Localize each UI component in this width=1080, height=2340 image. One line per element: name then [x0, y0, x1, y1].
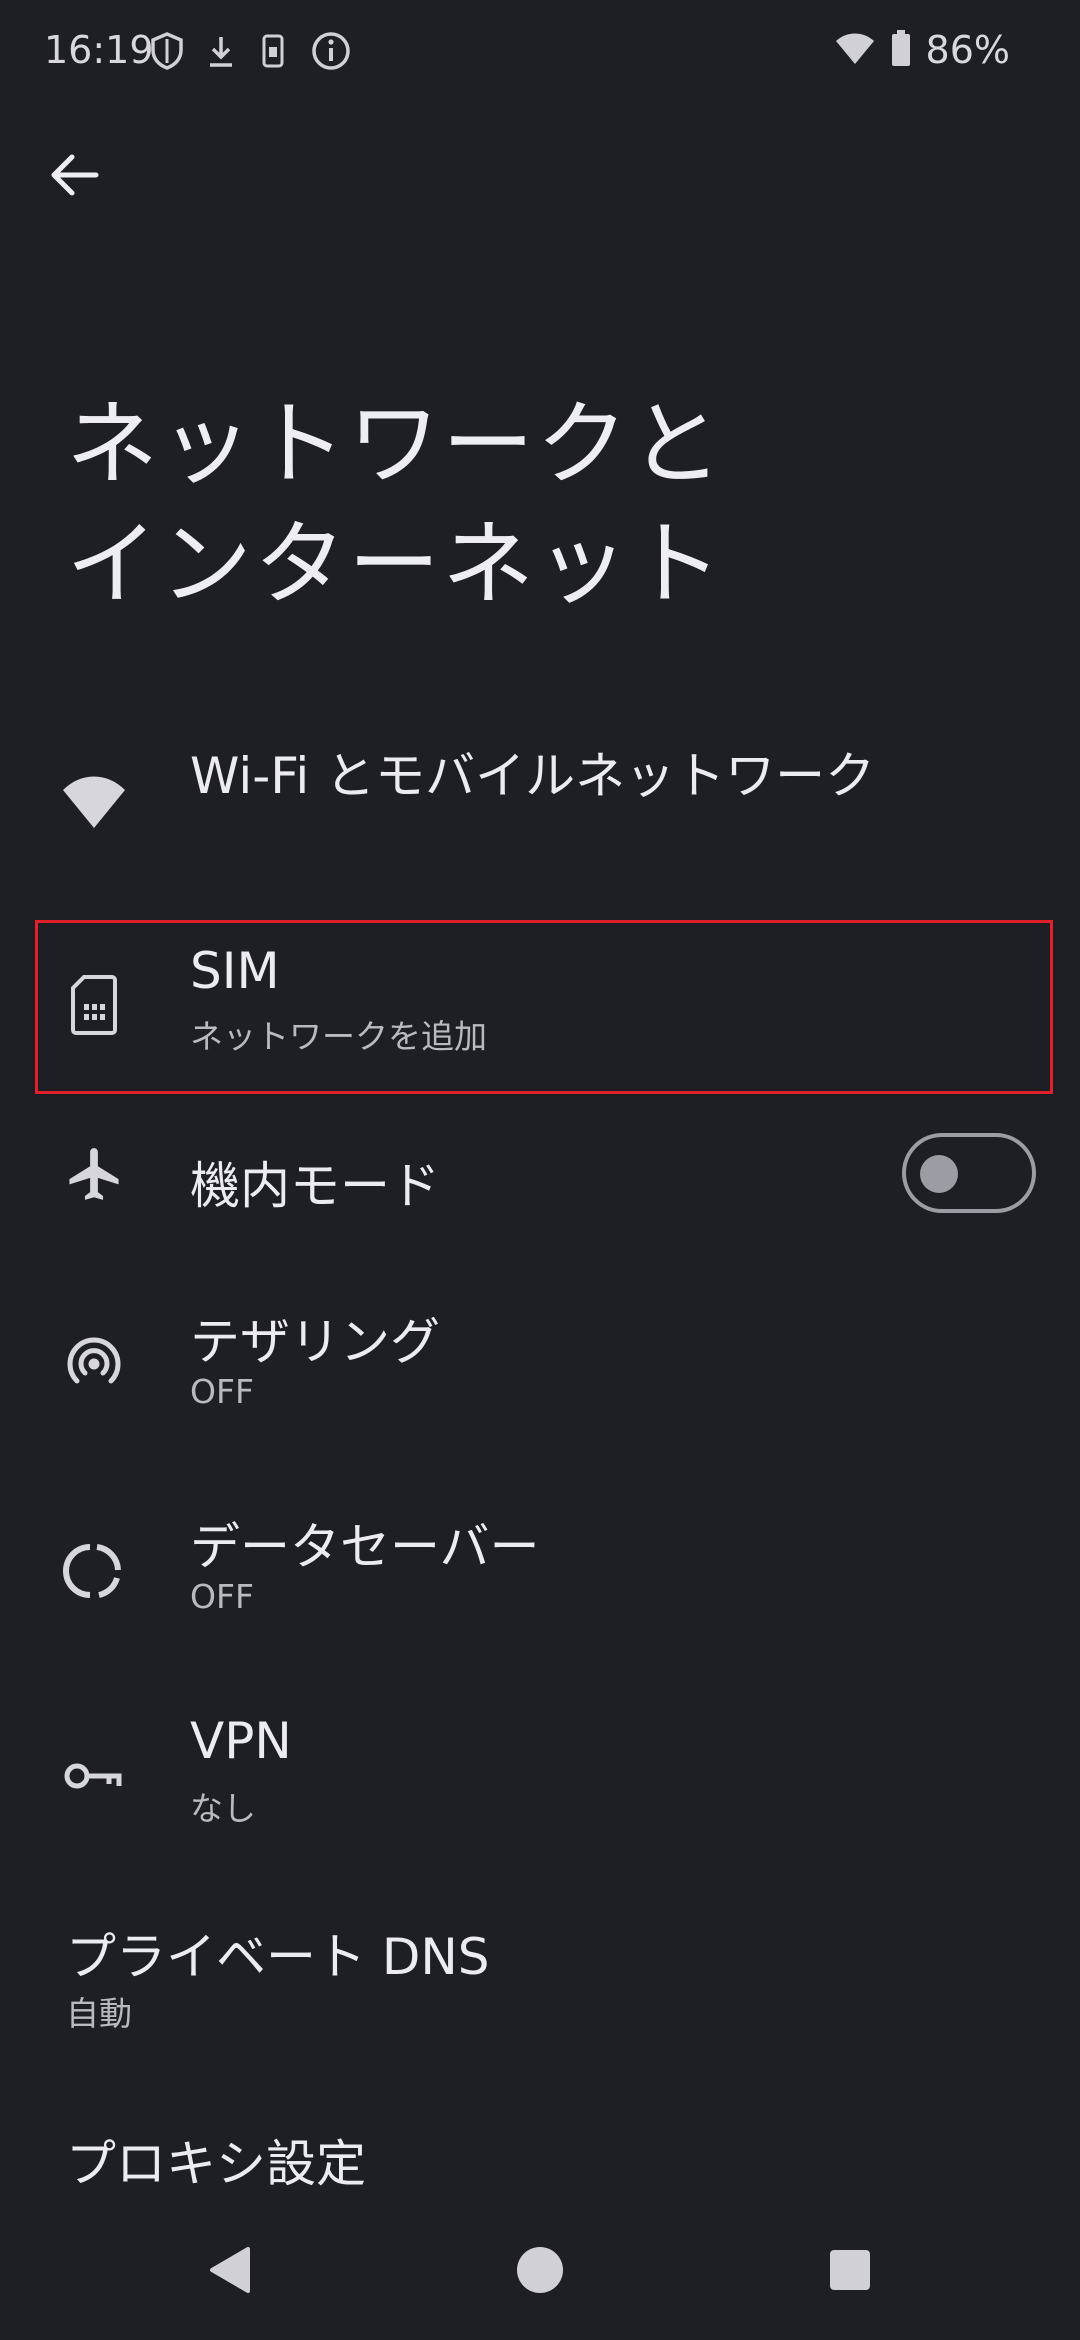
arrow-back-icon [51, 154, 99, 196]
data-saver-title: データセーバー [190, 1518, 540, 1576]
vpn-title: VPN [190, 1712, 292, 1770]
status-time: 16:19 [44, 28, 154, 72]
wifi-mobile-network-item[interactable]: Wi-Fi とモバイルネットワーク [0, 710, 1080, 880]
tethering-item[interactable]: テザリング OFF [0, 1280, 1080, 1450]
page-title-line-2: インターネット [66, 511, 725, 618]
vpn-subtitle: なし [190, 1789, 256, 1828]
data-saver-icon [58, 1535, 130, 1607]
circle-home-icon [517, 2247, 563, 2293]
square-recents-icon [830, 2250, 870, 2290]
page-title: ネットワークと インターネット [66, 385, 724, 625]
airplane-mode-toggle[interactable] [902, 1133, 1036, 1213]
sim-notification-icon [258, 31, 288, 75]
private-dns-item[interactable]: プライベート DNS 自動 [0, 1895, 1080, 2065]
tethering-title: テザリング [190, 1313, 440, 1371]
back-button[interactable] [40, 140, 110, 210]
sim-subtitle: ネットワークを追加 [190, 1017, 487, 1056]
proxy-settings-title: プロキシ設定 [66, 2135, 366, 2193]
shield-icon [150, 31, 184, 75]
proxy-settings-item[interactable]: プロキシ設定 [0, 2100, 1080, 2210]
nav-back-button[interactable] [180, 2220, 280, 2320]
battery-percentage: 86% [925, 28, 1010, 72]
nav-recents-button[interactable] [800, 2220, 900, 2320]
status-bar: 16:19 86% [0, 0, 1080, 100]
tethering-subtitle: OFF [190, 1372, 254, 1411]
triangle-back-icon [210, 2247, 250, 2293]
page-title-line-1: ネットワークと [66, 391, 725, 498]
wifi-icon [834, 30, 876, 70]
sim-title: SIM [190, 942, 280, 1000]
sim-item[interactable]: SIM ネットワークを追加 [0, 920, 1080, 1094]
nav-home-button[interactable] [490, 2220, 590, 2320]
key-icon [58, 1740, 130, 1812]
sim-card-icon [58, 969, 130, 1041]
wifi-mobile-network-title: Wi-Fi とモバイルネットワーク [190, 747, 876, 805]
status-icons-left [150, 30, 352, 76]
battery-icon [890, 29, 912, 71]
download-icon [206, 31, 236, 75]
airplane-mode-title: 機内モード [190, 1157, 440, 1215]
status-icons-right: 86% [834, 28, 1010, 72]
toggle-knob [920, 1155, 958, 1193]
data-saver-subtitle: OFF [190, 1577, 254, 1616]
private-dns-subtitle: 自動 [66, 1994, 132, 2033]
navigation-bar [0, 2220, 1080, 2340]
data-saver-item[interactable]: データセーバー OFF [0, 1485, 1080, 1655]
vpn-item[interactable]: VPN なし [0, 1690, 1080, 1860]
hotspot-icon [58, 1328, 130, 1400]
info-icon [310, 30, 352, 76]
private-dns-title: プライベート DNS [66, 1928, 490, 1986]
wifi-icon [58, 766, 130, 838]
airplane-icon [58, 1138, 130, 1210]
